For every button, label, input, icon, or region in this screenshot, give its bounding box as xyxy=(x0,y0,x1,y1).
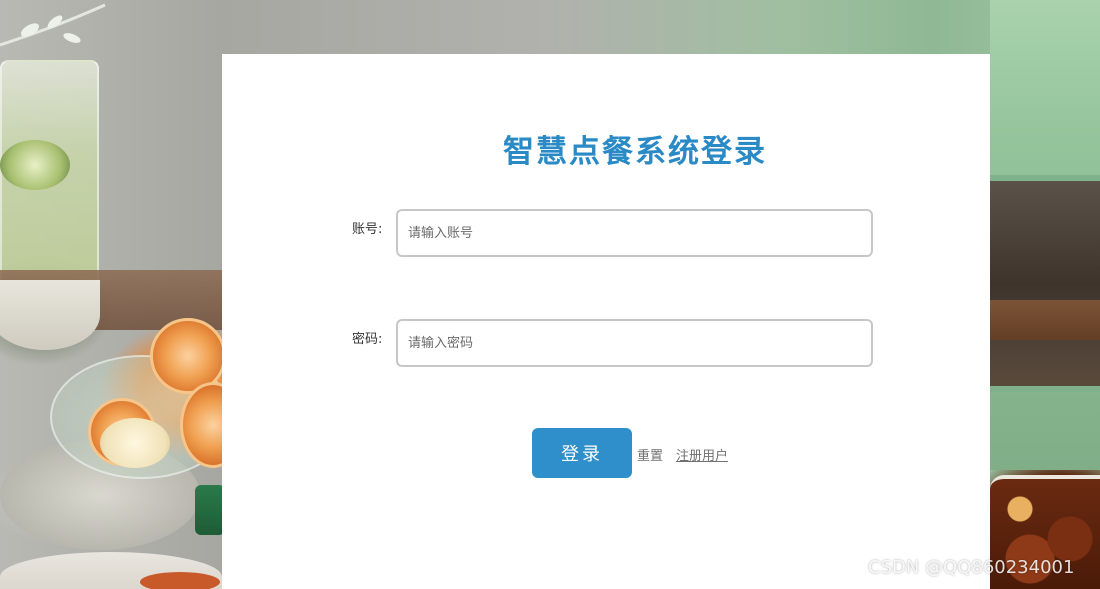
login-button[interactable]: 登录 xyxy=(532,428,632,478)
background-oven-food xyxy=(990,300,1100,340)
watermark: CSDN @QQ860234001 xyxy=(868,557,1075,578)
page-title: 智慧点餐系统登录 xyxy=(503,134,767,170)
background-bowl xyxy=(0,280,100,350)
password-input[interactable] xyxy=(396,319,873,367)
background-branch xyxy=(0,3,106,47)
login-page: 智慧点餐系统登录 账号: 密码: 登录 重置 注册用户 CSDN @QQ8602… xyxy=(0,0,1100,589)
password-label: 密码: xyxy=(352,332,383,347)
reset-link[interactable]: 重置 xyxy=(637,445,663,464)
background-oven-window xyxy=(990,175,1100,392)
account-label: 账号: xyxy=(352,222,383,237)
background-spice xyxy=(140,572,220,589)
register-link[interactable]: 注册用户 xyxy=(676,445,728,464)
background-glass-pedestal xyxy=(195,485,225,535)
account-input[interactable] xyxy=(396,209,873,257)
background-lemon-slice xyxy=(100,418,170,468)
